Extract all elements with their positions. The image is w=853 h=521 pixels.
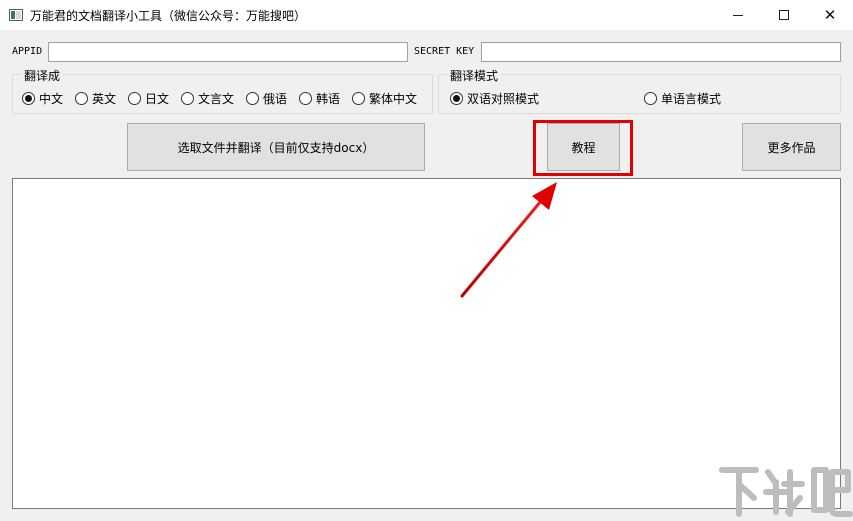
radio-lang-ja[interactable]: 日文 [128,90,169,107]
radio-label: 韩语 [316,92,341,106]
radio-lang-ko[interactable]: 韩语 [299,90,340,107]
radio-lang-zh-tw[interactable]: 繁体中文 [352,90,417,107]
maximize-icon [779,10,789,20]
app-window-icon [9,9,23,21]
maximize-button[interactable] [761,0,807,30]
more-works-button[interactable]: 更多作品 [742,123,841,171]
radio-label: 日文 [145,92,170,106]
radio-indicator [128,92,141,105]
radio-lang-classical[interactable]: 文言文 [181,90,234,107]
output-log-area[interactable] [12,178,841,509]
radio-label: 繁体中文 [369,92,418,106]
close-icon: ✕ [823,5,837,24]
radio-indicator [75,92,88,105]
translation-mode-title: 翻译模式 [447,67,502,84]
radio-label: 俄语 [263,92,288,106]
appid-label: APPID [12,46,43,57]
radio-indicator [352,92,365,105]
select-file-button[interactable]: 选取文件并翻译（目前仅支持docx） [127,123,425,171]
radio-label: 单语言模式 [661,92,722,106]
radio-label: 文言文 [198,92,235,106]
tutorial-button[interactable]: 教程 [547,123,620,171]
target-language-group: 翻译成 中文 英文 日文 文言文 俄语 韩语 繁体中文 [12,67,433,114]
secret-key-label: SECRET KEY [414,46,475,57]
title-bar: 万能君的文档翻译小工具（微信公众号：万能搜吧） ✕ [0,0,853,30]
radio-lang-ru[interactable]: 俄语 [246,90,287,107]
target-language-title: 翻译成 [21,67,64,84]
radio-indicator [181,92,194,105]
minimize-icon [733,14,743,16]
translation-mode-group: 翻译模式 双语对照模式 单语言模式 [438,67,841,114]
radio-indicator [450,92,463,105]
radio-mode-monolingual[interactable]: 单语言模式 [644,90,721,107]
radio-label: 中文 [39,92,64,106]
radio-indicator [299,92,312,105]
radio-lang-en[interactable]: 英文 [75,90,116,107]
appid-input[interactable] [48,42,408,62]
radio-label: 英文 [92,92,117,106]
radio-indicator [644,92,657,105]
watermark-logo [719,467,853,517]
radio-mode-bilingual[interactable]: 双语对照模式 [450,90,539,107]
radio-indicator [22,92,35,105]
radio-lang-zh[interactable]: 中文 [22,90,63,107]
minimize-button[interactable] [715,0,761,30]
close-button[interactable]: ✕ [807,0,853,30]
radio-indicator [246,92,259,105]
radio-label: 双语对照模式 [467,92,540,106]
secret-key-input[interactable] [481,42,841,62]
window-title: 万能君的文档翻译小工具（微信公众号：万能搜吧） [30,9,307,23]
